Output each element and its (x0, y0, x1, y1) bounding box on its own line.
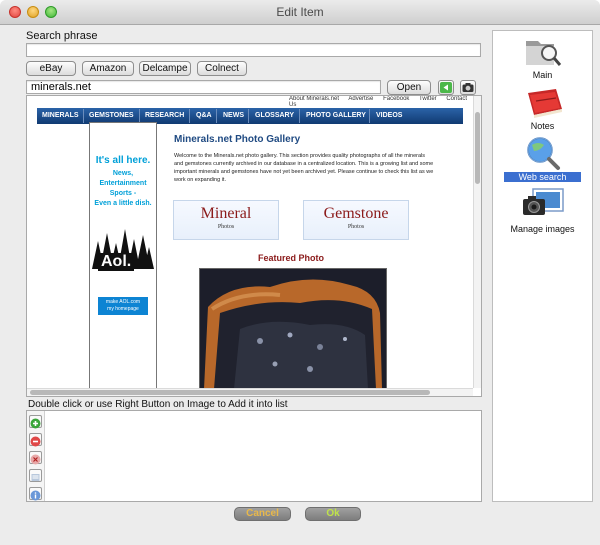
edit-item-button[interactable] (29, 469, 42, 482)
search-phrase-label: Search phrase (26, 30, 98, 42)
image-list-box[interactable] (26, 410, 482, 502)
sidebar-item-web-search[interactable] (493, 135, 592, 173)
nav-minerals[interactable]: MINERALS (42, 112, 79, 119)
top-link[interactable]: Facebook (383, 96, 409, 102)
gemstone-sub: Photos (347, 224, 365, 230)
sidebar-label-main: Main (532, 70, 553, 80)
sidebar: Main Notes Web search Manage images (492, 30, 593, 502)
sidebar-label-notes: Notes (530, 121, 555, 131)
nav-research[interactable]: RESEARCH (145, 112, 184, 119)
top-link[interactable]: Advertise (348, 96, 373, 102)
folder-search-icon (525, 41, 561, 66)
ad-headline: It's all here. (95, 155, 151, 166)
magnifier-globe-icon (526, 137, 560, 170)
edit-item-window: Edit Item Search phrase eBay Amazon Delc… (0, 0, 600, 545)
gallery-title: Minerals.net Photo Gallery (174, 134, 301, 145)
back-button[interactable] (438, 80, 454, 95)
gemstone-title: Gemstone (323, 205, 389, 222)
camera-small-icon (462, 83, 474, 92)
mineral-sub: Photos (217, 224, 235, 230)
sidebar-item-main[interactable] (493, 35, 592, 91)
sidebar-item-manage-images[interactable] (493, 187, 592, 225)
snapshot-button[interactable] (460, 80, 476, 95)
window-title: Edit Item (276, 5, 324, 19)
back-arrow-icon (440, 82, 452, 93)
sidebar-label-web-search: Web search (504, 172, 581, 182)
url-input[interactable]: minerals.net (26, 80, 381, 94)
title-bar[interactable]: Edit Item (0, 0, 600, 25)
nav-gemstones[interactable]: GEMSTONES (89, 112, 134, 119)
plus-icon (30, 418, 41, 429)
nav-news[interactable]: NEWS (223, 112, 244, 119)
edit-icon (31, 474, 40, 481)
sidebar-item-notes[interactable] (493, 87, 592, 123)
nav-videos[interactable]: VIDEOS (376, 112, 402, 119)
sidebar-label-manage-images: Manage images (510, 224, 575, 234)
info-icon (30, 490, 41, 501)
top-link[interactable]: Twitter (419, 96, 437, 102)
nav-qa[interactable]: Q&A (196, 112, 212, 119)
nav-photo-gallery[interactable]: PHOTO GALLERY (306, 112, 366, 119)
ad-body: News, Entertainment Sports - Even a litt… (94, 170, 152, 207)
ok-label: Ok (326, 508, 340, 519)
aol-logo: Aol. (98, 253, 135, 271)
clear-icon (30, 454, 41, 465)
web-browser-view[interactable]: About Minerals.net Advertise Facebook Tw… (26, 95, 482, 397)
browser-vertical-scroll-thumb[interactable] (475, 112, 480, 184)
mineral-title: Mineral (200, 205, 252, 222)
clear-list-button[interactable] (29, 451, 42, 465)
minus-icon (30, 436, 41, 447)
browser-horizontal-scroll-thumb[interactable] (30, 390, 430, 395)
add-image-hint: Double click or use Right Button on Imag… (28, 399, 288, 410)
featured-photo-label: Featured Photo (258, 253, 325, 263)
info-item-button[interactable] (29, 487, 42, 501)
ok-button[interactable]: Ok (305, 507, 361, 521)
notebook-icon (527, 89, 562, 118)
colnect-button[interactable]: Colnect (197, 61, 247, 76)
ad-homepage-button[interactable]: make AOL.com my homepage (98, 297, 148, 315)
search-phrase-input[interactable] (26, 43, 481, 57)
gallery-intro: Welcome to the Minerals.net photo galler… (174, 153, 434, 183)
nav-glossary[interactable]: GLOSSARY (255, 112, 294, 119)
camera-icon (522, 188, 564, 215)
ebay-button[interactable]: eBay (26, 61, 76, 76)
featured-photo-image[interactable] (199, 268, 387, 390)
aol-ad-banner[interactable]: It's all here. News, Entertainment Sport… (89, 122, 157, 390)
gemstone-photos-button[interactable]: Gemstone Photos (303, 200, 409, 240)
amazon-button[interactable]: Amazon (82, 61, 134, 76)
open-url-button[interactable]: Open URL (387, 80, 431, 106)
top-link[interactable]: About Minerals.net (289, 96, 339, 102)
cancel-button[interactable]: Cancel (234, 507, 291, 521)
list-toolbar (27, 411, 45, 501)
mineral-photos-button[interactable]: Mineral Photos (173, 200, 279, 240)
delcampe-button[interactable]: Delcampe (139, 61, 191, 76)
add-item-button[interactable] (29, 415, 42, 429)
cancel-label: Cancel (246, 508, 279, 519)
remove-item-button[interactable] (29, 433, 42, 447)
mineral-photo (200, 269, 386, 389)
site-top-links: About Minerals.net Advertise Facebook Tw… (289, 96, 481, 108)
